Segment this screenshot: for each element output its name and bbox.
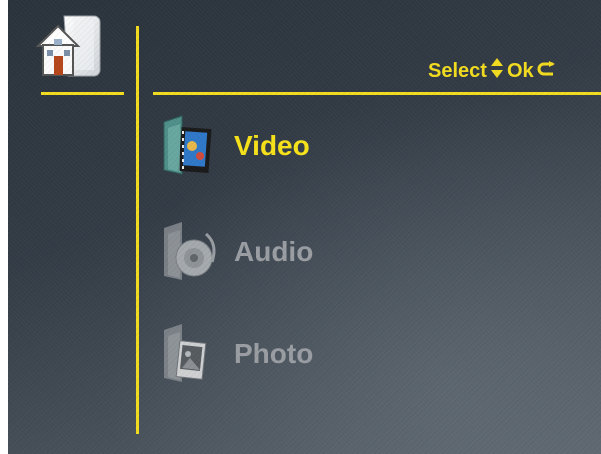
photo-folder-icon: [164, 324, 207, 382]
menu-item-photo[interactable]: Photo: [158, 322, 313, 386]
menu-item-label: Audio: [234, 236, 314, 267]
select-hint-label: Select: [428, 59, 487, 82]
menu-item-label: Photo: [234, 338, 314, 369]
home-folder-icon[interactable]: [34, 10, 106, 82]
sidebar-divider: [136, 26, 139, 434]
ok-hint-label: Ok: [506, 59, 534, 82]
media-menu-screen: Select Ok Video Audio Photo: [8, 0, 601, 454]
return-arrow-icon: [537, 60, 555, 83]
menu-item-label: Video: [234, 130, 310, 161]
header-divider-left: [41, 92, 124, 95]
menu-item-audio[interactable]: Audio: [158, 220, 313, 284]
navigation-hint: Select Ok: [428, 58, 558, 84]
audio-folder-icon: [164, 222, 216, 280]
video-folder-icon: [163, 115, 212, 175]
menu-item-video[interactable]: Video: [158, 114, 310, 178]
header-divider-right: [153, 92, 601, 95]
up-down-arrows-icon: [490, 57, 504, 85]
